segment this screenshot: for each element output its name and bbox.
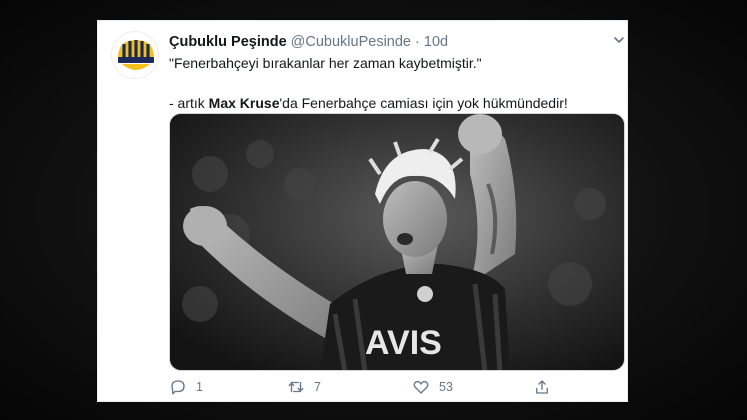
share-button[interactable] xyxy=(533,377,551,397)
tweet-actions: 1 7 53 xyxy=(169,377,609,397)
retweet-count: 7 xyxy=(314,380,321,394)
separator-dot: · xyxy=(415,34,420,50)
reply-icon xyxy=(171,380,185,395)
retweet-icon xyxy=(288,381,304,393)
jersey-sponsor-text: AVIS xyxy=(365,324,442,362)
tweet-timestamp[interactable]: 10d xyxy=(424,34,448,50)
user-handle[interactable]: @CubukluPesinde xyxy=(291,34,411,50)
line2-suffix: 'da Fenerbahçe camiası için yok hükmünde… xyxy=(279,95,568,111)
reply-count: 1 xyxy=(196,380,203,394)
tweet-second-line: - artık Max Kruse'da Fenerbahçe camiası … xyxy=(169,93,609,113)
highlighted-name: Max Kruse xyxy=(208,95,280,111)
tweet-photo[interactable]: AVIS xyxy=(169,113,625,371)
like-button[interactable]: 53 xyxy=(412,377,453,397)
share-icon xyxy=(536,380,548,394)
reply-button[interactable]: 1 xyxy=(169,377,203,397)
avatar[interactable] xyxy=(111,31,159,79)
tweet-header: Çubuklu Peşinde @CubukluPesinde · 10d xyxy=(169,32,448,52)
avatar-logo xyxy=(112,32,158,78)
line2-prefix: - artık xyxy=(169,95,209,111)
player-celebrating-image: AVIS xyxy=(170,114,624,370)
like-count: 53 xyxy=(439,380,453,394)
display-name[interactable]: Çubuklu Peşinde xyxy=(169,34,287,50)
tweet-quote-line: "Fenerbahçeyi bırakanlar her zaman kaybe… xyxy=(169,55,482,71)
heart-icon xyxy=(413,380,429,394)
retweet-button[interactable]: 7 xyxy=(287,377,321,397)
tweet-text: "Fenerbahçeyi bırakanlar her zaman kaybe… xyxy=(169,53,609,113)
tweet-card[interactable]: Çubuklu Peşinde @CubukluPesinde · 10d "F… xyxy=(97,20,628,402)
chevron-down-icon[interactable] xyxy=(612,33,626,47)
